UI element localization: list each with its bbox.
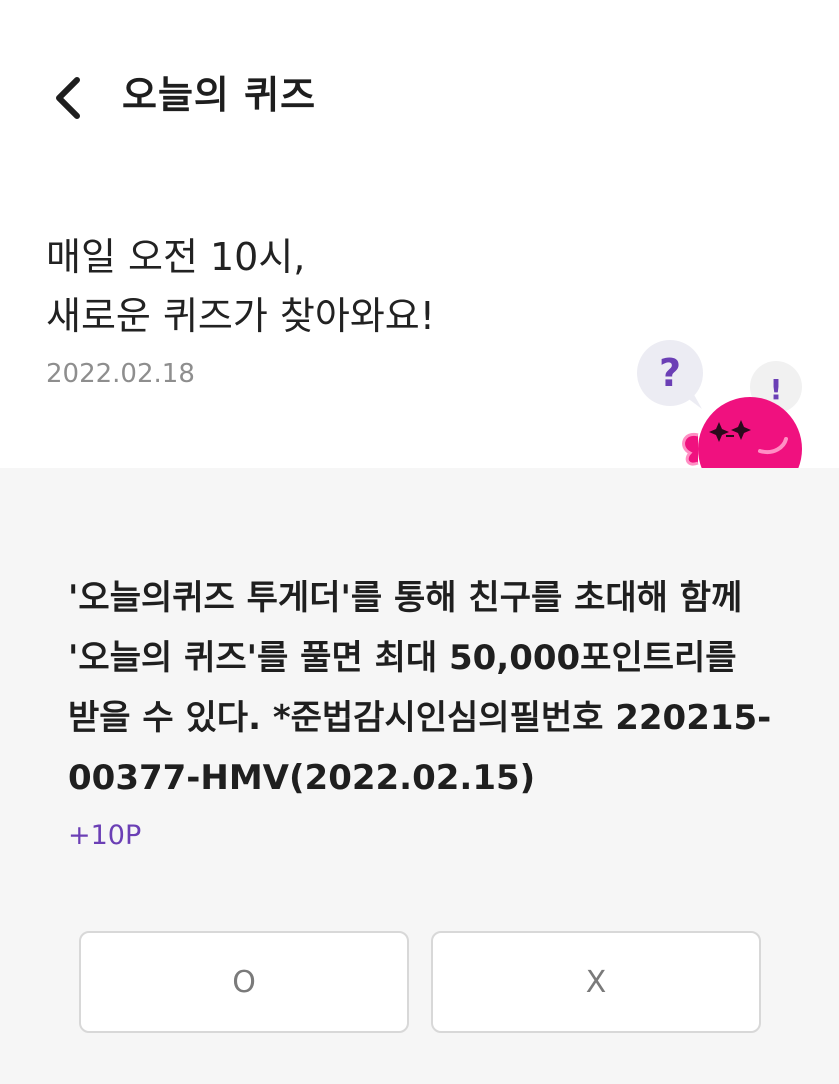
intro-line-1: 매일 오전 10시, bbox=[46, 235, 306, 279]
chevron-left-icon bbox=[56, 77, 80, 119]
answer-o-button[interactable]: O bbox=[79, 931, 409, 1033]
answer-x-button[interactable]: X bbox=[431, 931, 761, 1033]
question-mark: ? bbox=[659, 351, 681, 395]
app-header: 오늘의 퀴즈 bbox=[0, 0, 839, 190]
quiz-date: 2022.02.18 bbox=[46, 359, 195, 389]
back-button[interactable] bbox=[40, 70, 96, 126]
intro-line-2: 새로운 퀴즈가 찾아와요! bbox=[46, 294, 435, 338]
quiz-panel: '오늘의퀴즈 투게더'를 통해 친구를 초대해 함께 '오늘의 퀴즈'를 풀면 … bbox=[0, 468, 839, 1084]
quiz-intro: 매일 오전 10시, 새로운 퀴즈가 찾아와요! 2022.02.18 bbox=[46, 228, 646, 392]
quiz-mascot-illustration: ? ! bbox=[637, 340, 802, 469]
exclamation-mark: ! bbox=[770, 373, 783, 406]
quiz-question: '오늘의퀴즈 투게더'를 통해 친구를 초대해 함께 '오늘의 퀴즈'를 풀면 … bbox=[68, 578, 772, 798]
reward-points: +10P bbox=[68, 820, 142, 851]
page-title: 오늘의 퀴즈 bbox=[122, 73, 317, 117]
